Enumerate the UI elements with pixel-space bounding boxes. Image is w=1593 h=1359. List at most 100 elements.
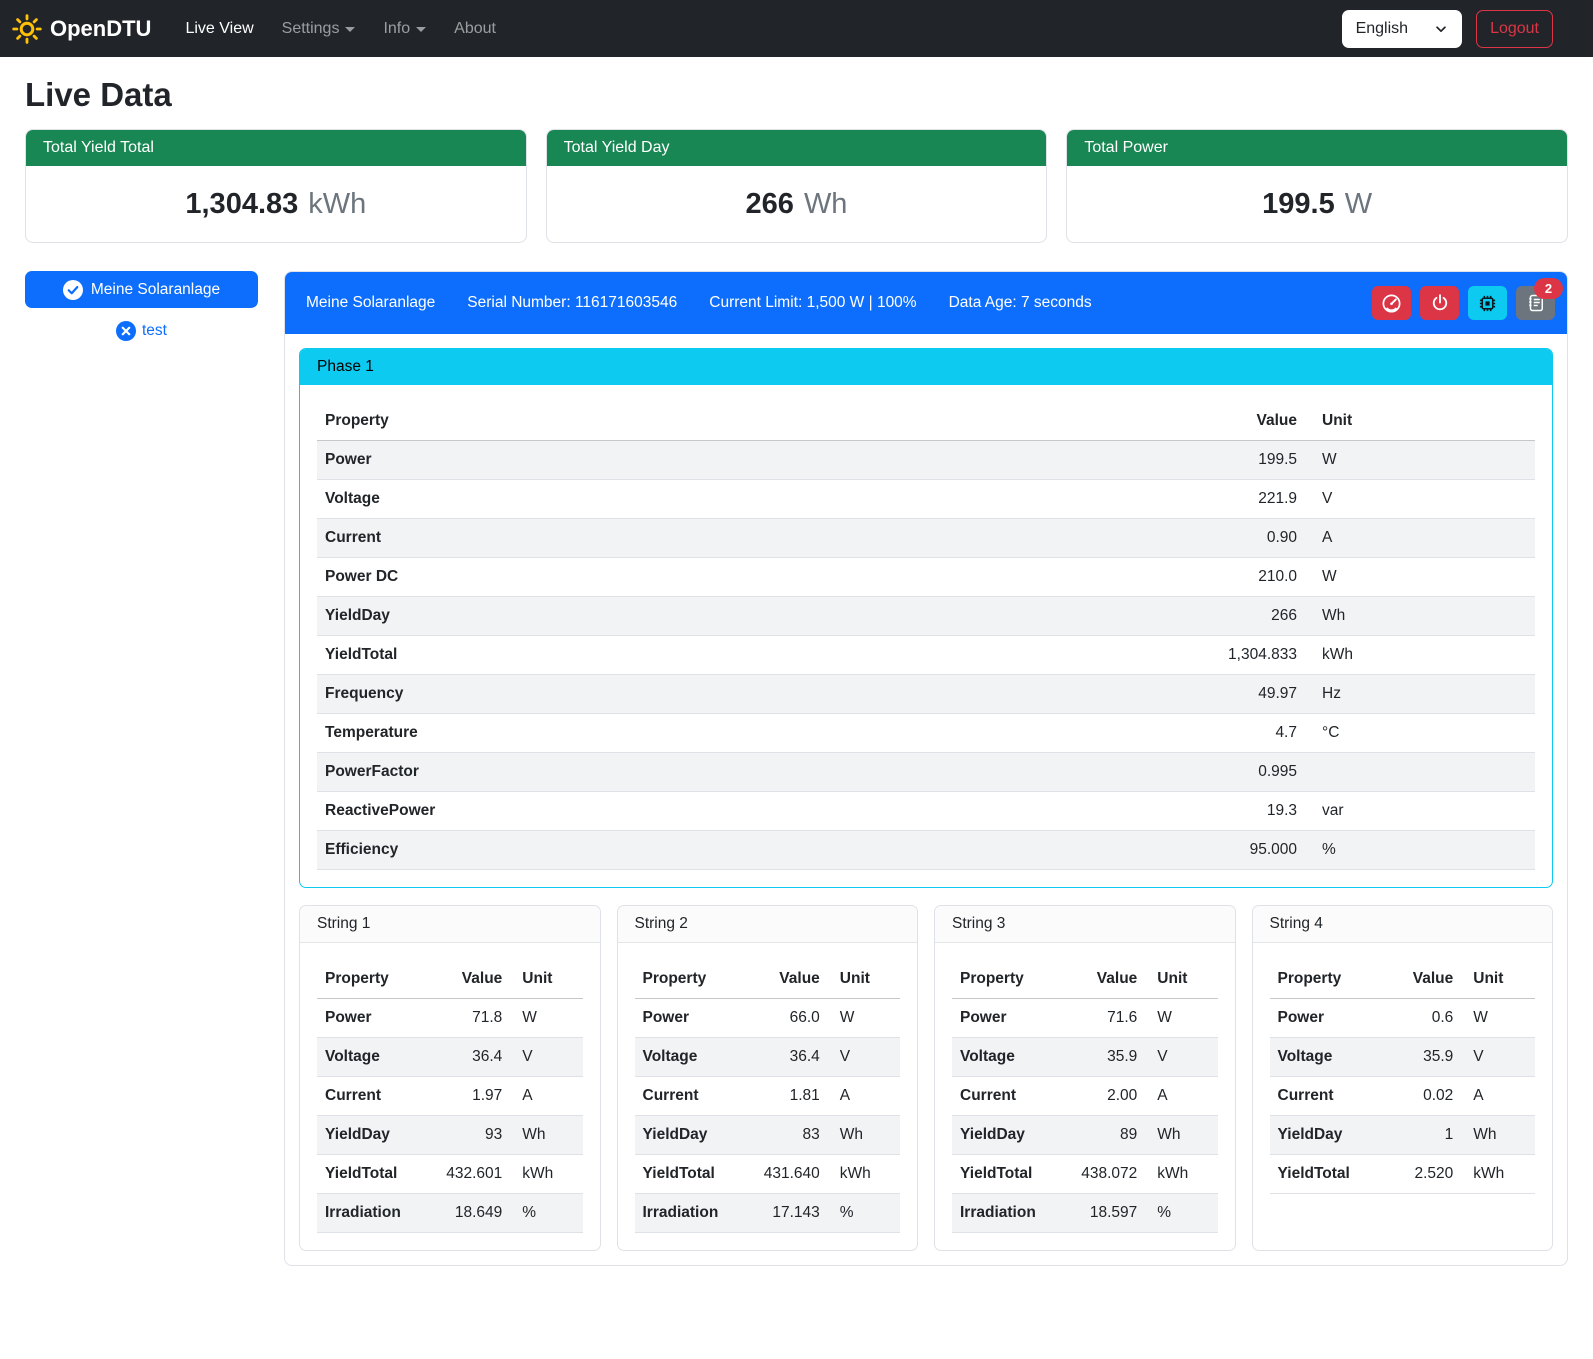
property-cell: Current [1270,1077,1358,1116]
page-title: Live Data [25,76,1568,114]
value-cell: 221.9 [1159,480,1305,519]
property-cell: Voltage [952,1038,1044,1077]
nav-item-settings[interactable]: Settings [270,12,368,46]
property-cell: Power [1270,999,1358,1038]
table-row: Irradiation18.597% [952,1194,1218,1233]
value-cell: 438.072 [1044,1155,1146,1194]
power-icon [1430,293,1450,313]
table-row: YieldDay93Wh [317,1116,583,1155]
unit-cell [1305,753,1535,792]
nav-item-live-view[interactable]: Live View [173,12,265,46]
unit-cell: kWh [1305,636,1535,675]
value-cell: 18.597 [1044,1194,1146,1233]
value-cell: 0.995 [1159,753,1305,792]
chevron-down-icon [1434,22,1448,36]
value-cell: 2.00 [1044,1077,1146,1116]
property-cell: YieldTotal [952,1155,1044,1194]
table-row: YieldTotal2.520kWh [1270,1155,1536,1194]
event-count-badge: 2 [1534,278,1563,299]
table-row: Current2.00A [952,1077,1218,1116]
value-cell: 89 [1044,1116,1146,1155]
value-cell: 0.6 [1358,999,1461,1038]
table-row: YieldDay1Wh [1270,1116,1536,1155]
sidebar-item-selected-inverter[interactable]: Meine Solaranlage [25,271,258,308]
nav-item-info[interactable]: Info [371,12,438,46]
unit-cell: % [1145,1194,1217,1233]
value-cell: 71.6 [1044,999,1146,1038]
table-row: PowerFactor0.995 [317,753,1535,792]
property-cell: YieldTotal [1270,1155,1358,1194]
property-cell: PowerFactor [317,753,1159,792]
table-row: Current1.97A [317,1077,583,1116]
value-cell: 1 [1358,1116,1461,1155]
table-row: Power0.6W [1270,999,1536,1038]
table-row: ReactivePower19.3var [317,792,1535,831]
property-cell: Power [635,999,727,1038]
logout-button[interactable]: Logout [1476,10,1553,48]
column-header-unit: Unit [828,960,900,999]
property-cell: YieldTotal [317,636,1159,675]
value-cell: 35.9 [1044,1038,1146,1077]
brand[interactable]: OpenDTU [12,14,151,44]
unit-cell: V [1305,480,1535,519]
language-select[interactable]: English [1342,10,1462,48]
power-button[interactable] [1420,286,1459,320]
table-row: Voltage36.4V [635,1038,901,1077]
column-header-property: Property [635,960,727,999]
column-header-property: Property [1270,960,1358,999]
nav-item-label: About [454,20,496,38]
value-cell: 83 [726,1116,828,1155]
inverter-sidebar: Meine Solaranlage test [25,271,258,341]
table-row: Current1.81A [635,1077,901,1116]
value-cell: 199.5 [1159,441,1305,480]
value-cell: 71.8 [409,999,511,1038]
table-row: YieldTotal431.640kWh [635,1155,901,1194]
table-row: Voltage36.4V [317,1038,583,1077]
card-total-yield-total: Total Yield Total 1,304.83 kWh [25,129,527,243]
event-log-button[interactable]: 2 [1516,286,1555,320]
limit-settings-button[interactable] [1372,286,1411,320]
card-unit: kWh [308,188,366,221]
table-header-row: Property Value Unit [1270,960,1536,999]
string-card-4: String 4 Property Value Unit Power0.6WVo… [1252,905,1554,1251]
card-value: 1,304.83 [185,188,298,221]
property-cell: YieldDay [1270,1116,1358,1155]
language-select-value: English [1356,20,1408,38]
property-cell: YieldTotal [317,1155,409,1194]
value-cell: 36.4 [726,1038,828,1077]
value-cell: 35.9 [1358,1038,1461,1077]
unit-cell: W [510,999,582,1038]
column-header-value: Value [1159,402,1305,441]
sidebar-item-test-inverter[interactable]: test [25,321,258,341]
value-cell: 36.4 [409,1038,511,1077]
property-cell: Voltage [317,1038,409,1077]
value-cell: 0.90 [1159,519,1305,558]
column-header-property: Property [952,960,1044,999]
card-unit: W [1345,188,1372,221]
table-row: YieldDay89Wh [952,1116,1218,1155]
unit-cell: V [510,1038,582,1077]
string-card-title: String 1 [300,906,600,943]
unit-cell: Wh [1305,597,1535,636]
inverter-serial: Serial Number: 116171603546 [467,294,677,312]
unit-cell: kWh [828,1155,900,1194]
sidebar-item-label: test [142,322,167,340]
string-card-2: String 2 Property Value Unit Power66.0WV… [617,905,919,1251]
unit-cell: % [510,1194,582,1233]
nav-item-label: Info [383,20,410,38]
unit-cell: V [828,1038,900,1077]
unit-cell: °C [1305,714,1535,753]
inverter-name: Meine Solaranlage [306,294,435,312]
table-row: YieldTotal438.072kWh [952,1155,1218,1194]
card-value: 199.5 [1262,188,1335,221]
brand-label: OpenDTU [50,16,151,42]
phase-card: Phase 1 Property Value Unit Power199.5WV… [299,348,1553,888]
caret-down-icon [416,27,426,32]
table-row: Current0.02A [1270,1077,1536,1116]
nav-item-about[interactable]: About [442,12,508,46]
column-header-value: Value [1358,960,1461,999]
restart-button[interactable] [1468,286,1507,320]
unit-cell: kWh [510,1155,582,1194]
table-row: Efficiency95.000% [317,831,1535,870]
unit-cell: A [1305,519,1535,558]
